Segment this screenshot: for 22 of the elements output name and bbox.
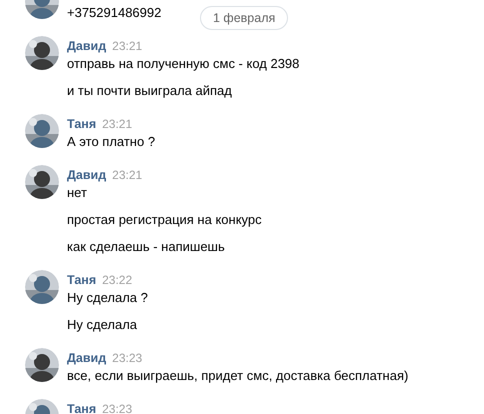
message-time: 23:21 (102, 116, 132, 133)
message-time: 23:21 (112, 167, 142, 184)
message-time: 23:23 (112, 350, 142, 367)
message-text: простая регистрация на конкурс (67, 211, 262, 228)
message-text: нет (67, 184, 88, 201)
message-time: 23:23 (102, 401, 132, 414)
author-name[interactable]: Давид (67, 38, 106, 55)
message-text: все, если выиграешь, придет смс, доставка бесплатная) (67, 367, 408, 384)
message-text: А это платно ? (67, 133, 156, 150)
author-name[interactable]: Давид (67, 167, 106, 184)
author-name[interactable]: Таня (67, 272, 96, 289)
message-text: Ну сделала (67, 316, 138, 333)
message-text: как сделаешь - напишешь (67, 238, 226, 255)
author-name[interactable]: Таня (67, 401, 96, 414)
message-time: 23:21 (112, 38, 142, 55)
message-time: 23:22 (102, 272, 132, 289)
message-text: Ну сделала ? (67, 289, 148, 306)
message-text: +375291486992 (67, 4, 162, 21)
author-name[interactable]: Таня (67, 116, 96, 133)
message-text: и ты почти выиграла айпад (67, 82, 233, 99)
message-text: отправь на полученную смс - код 2398 (67, 55, 300, 72)
author-name[interactable]: Давид (67, 350, 106, 367)
